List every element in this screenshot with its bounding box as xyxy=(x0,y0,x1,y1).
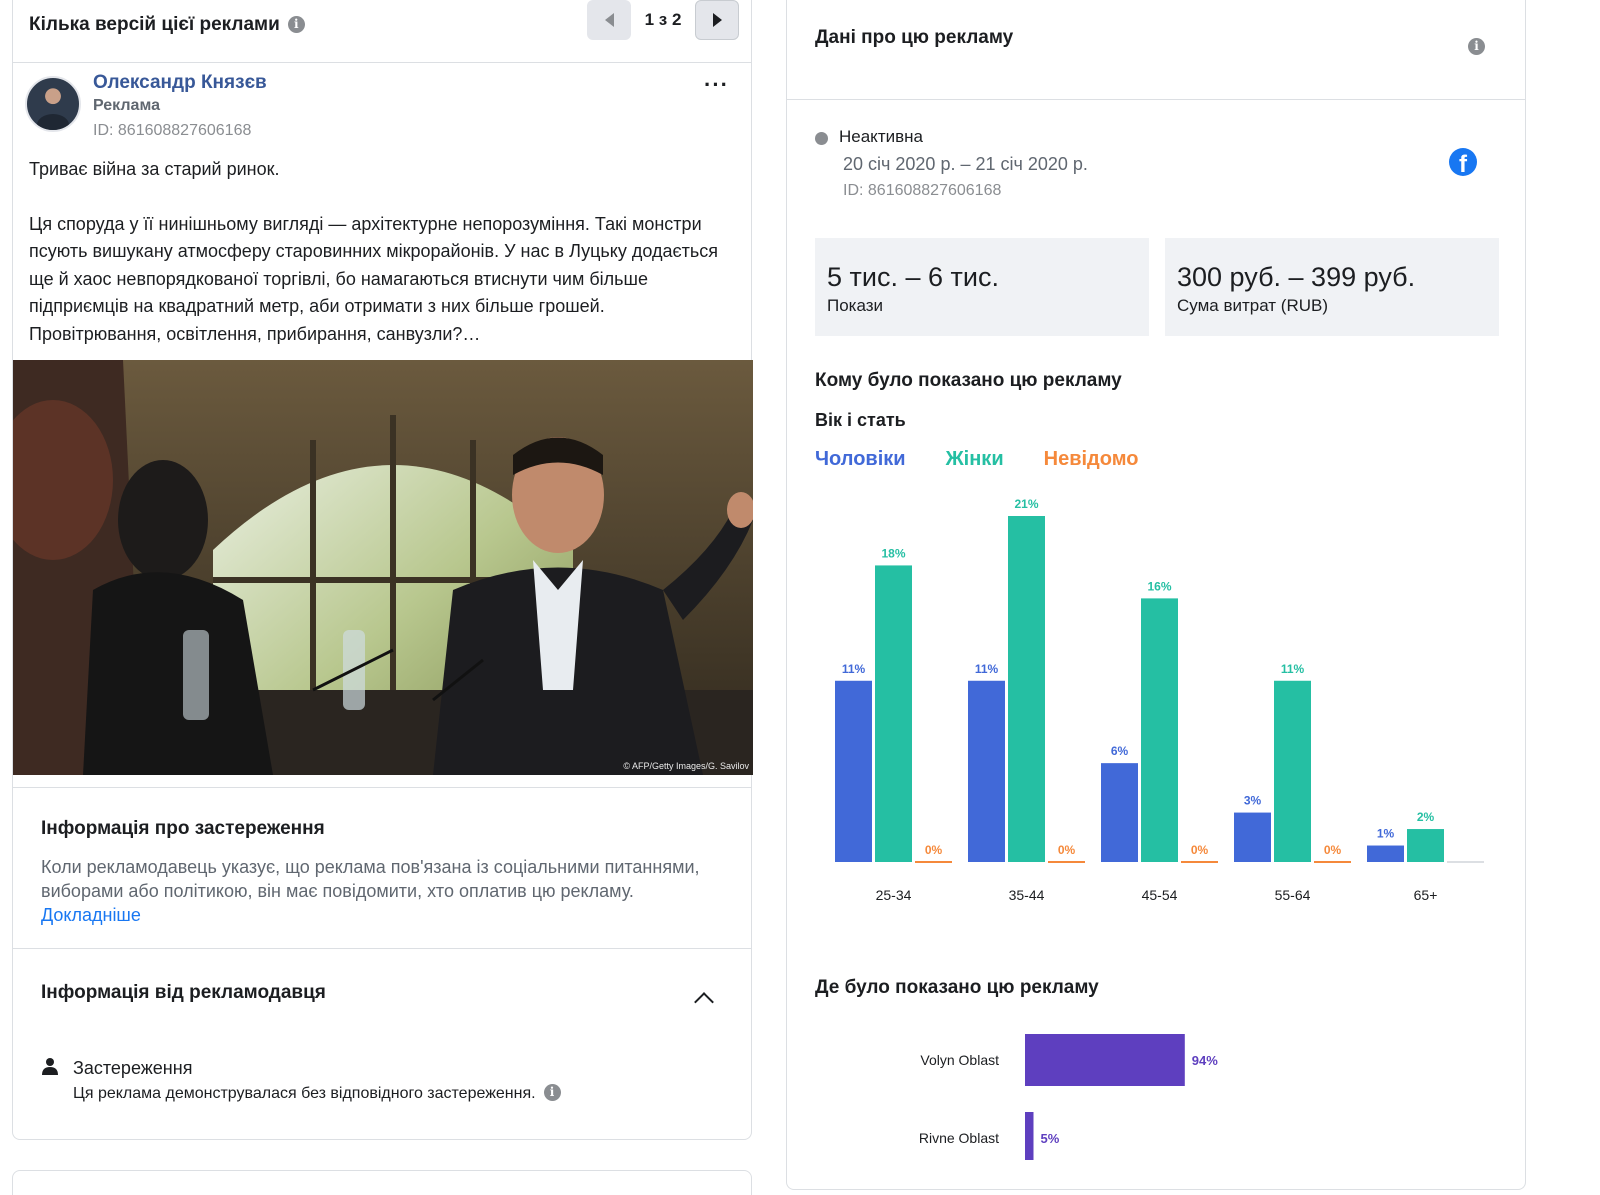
impressions-label: Покази xyxy=(827,296,884,315)
pager-text: 1 з 2 xyxy=(644,10,682,29)
age-gender-chart: 11% 18% 0% 25-34 11% 21% 0% 35-44 6% 16% 0% 45-54 3%… xyxy=(835,497,1484,903)
versions-title: Кілька версій цієї реклами xyxy=(29,14,280,35)
bar-label: 11% xyxy=(1281,662,1305,676)
divider xyxy=(13,787,751,788)
bar-label: 11% xyxy=(842,662,866,676)
bar-label: 11% xyxy=(975,662,999,676)
ad-photo-illustration xyxy=(13,360,753,775)
spend-label: Сума витрат (RUB) xyxy=(1177,296,1329,315)
info-icon[interactable]: i xyxy=(287,16,305,33)
region-chart: Volyn Oblast 94% Rivne Oblast 5% xyxy=(919,1034,1218,1160)
advertiser-info-title: Інформація від рекламодавця xyxy=(41,982,326,1003)
bar-label: 3% xyxy=(1244,794,1262,808)
ad-image[interactable]: © AFP/Getty Images/G. Savilov xyxy=(13,360,753,775)
run-dates: 20 січ 2020 р. – 21 січ 2020 р. xyxy=(843,154,1088,174)
bar-55-64-1[interactable] xyxy=(1274,680,1311,862)
bar-25-34-1[interactable] xyxy=(875,565,912,862)
versions-header: Кілька версій цієї реклами i xyxy=(29,14,305,36)
bar-35-44-1[interactable] xyxy=(1008,516,1045,862)
bar-label: 18% xyxy=(881,546,905,560)
legend-item-1[interactable]: Жінки xyxy=(946,448,1004,471)
bar-65+-0[interactable] xyxy=(1367,845,1404,862)
impressions-value: 5 тис. – 6 тис. xyxy=(827,262,999,292)
chart-legend: Чоловіки Жінки Невідомо xyxy=(815,448,1138,471)
impressions-box: 5 тис. – 6 тис. Покази xyxy=(815,238,1149,336)
bar-55-64-0[interactable] xyxy=(1234,812,1271,862)
legend-item-2[interactable]: Невідомо xyxy=(1044,448,1139,471)
disclaimer-section-title: Інформація про застереження xyxy=(41,818,325,839)
disclaimer-item-title: Застереження xyxy=(73,1058,193,1078)
region-bar[interactable] xyxy=(1025,1034,1185,1086)
disclaimer-text: Коли рекламодавець указує, що реклама по… xyxy=(41,857,700,901)
learn-more-link[interactable]: Докладніше xyxy=(41,905,141,925)
ad-details-card: Дані про цю рекламу i Неактивна 20 січ 2… xyxy=(786,0,1526,1190)
version-pager: 1 з 2 xyxy=(587,0,739,40)
status-dot xyxy=(815,132,828,145)
audience-title: Кому було показано цю рекламу xyxy=(815,370,1122,391)
x-tick-label: 35-44 xyxy=(1009,887,1045,903)
ad-text-line-1: Триває війна за старий ринок. xyxy=(29,159,280,179)
bar-label: 0% xyxy=(1324,843,1342,857)
region-value: 94% xyxy=(1192,1053,1218,1068)
avatar[interactable] xyxy=(25,76,81,132)
ad-text-paragraph: Ця споруда у її нинішньому вигляді — арх… xyxy=(29,213,719,344)
region-bar[interactable] xyxy=(1025,1112,1034,1160)
location-title: Де було показано цю рекламу xyxy=(815,977,1099,998)
age-gender-title: Вік і стать xyxy=(815,410,906,430)
x-tick-label: 55-64 xyxy=(1275,887,1311,903)
bar-65+-1[interactable] xyxy=(1407,829,1444,862)
x-tick-label: 45-54 xyxy=(1142,887,1178,903)
bar-25-34-0[interactable] xyxy=(835,680,872,862)
divider xyxy=(13,62,751,63)
bar-label: 2% xyxy=(1417,810,1435,824)
info-icon[interactable]: i xyxy=(1468,38,1485,55)
details-info: i xyxy=(1468,38,1485,57)
more-options-button[interactable]: ··· xyxy=(704,72,729,98)
person-icon xyxy=(42,1058,58,1075)
ad-text: Триває війна за старий ринок. Ця споруда… xyxy=(29,156,741,375)
region-label: Rivne Oblast xyxy=(919,1130,999,1146)
bar-label: 0% xyxy=(1058,843,1076,857)
advertiser-name[interactable]: Олександр Князєв xyxy=(93,72,267,94)
ad-id: ID: 861608827606168 xyxy=(843,182,1002,199)
bar-label: 16% xyxy=(1147,579,1171,593)
ad-label: Реклама xyxy=(93,97,160,114)
facebook-icon: f xyxy=(1449,148,1477,176)
bar-label: 0% xyxy=(925,843,943,857)
spend-box: 300 руб. – 399 руб. Сума витрат (RUB) xyxy=(1165,238,1499,336)
divider xyxy=(787,99,1525,100)
ad-versions-card: Кілька версій цієї реклами i 1 з 2 Олекса… xyxy=(12,0,753,1140)
next-card-edge xyxy=(12,1170,752,1195)
bar-label: 21% xyxy=(1014,497,1038,511)
ad-id: ID: 861608827606168 xyxy=(93,122,252,139)
chevron-left-icon xyxy=(604,13,614,27)
divider xyxy=(13,948,751,949)
spend-value: 300 руб. – 399 руб. xyxy=(1177,262,1416,292)
bar-label: 6% xyxy=(1111,744,1129,758)
disclaimer-section-text: Коли рекламодавець указує, що реклама по… xyxy=(41,855,731,927)
bar-45-54-0[interactable] xyxy=(1101,763,1138,862)
prev-version-button[interactable] xyxy=(587,0,631,40)
info-icon[interactable]: i xyxy=(543,1084,561,1101)
bar-35-44-0[interactable] xyxy=(968,680,1005,862)
next-version-button[interactable] xyxy=(695,0,739,40)
region-label: Volyn Oblast xyxy=(920,1052,999,1068)
region-value: 5% xyxy=(1041,1131,1060,1146)
status-badge: Неактивна xyxy=(839,127,923,146)
x-tick-label: 65+ xyxy=(1414,887,1438,903)
x-tick-label: 25-34 xyxy=(876,887,912,903)
ad-details-title: Дані про цю рекламу xyxy=(815,27,1014,48)
bar-label: 1% xyxy=(1377,827,1395,841)
bar-label: 0% xyxy=(1191,843,1209,857)
disclaimer-item-text: Ця реклама демонструвалася без відповідн… xyxy=(73,1084,561,1103)
legend-item-0[interactable]: Чоловіки xyxy=(815,448,906,471)
disclaimer-item-description: Ця реклама демонструвалася без відповідн… xyxy=(73,1085,536,1102)
bar-45-54-1[interactable] xyxy=(1141,598,1178,862)
chevron-right-icon xyxy=(712,13,722,27)
chevron-up-icon[interactable] xyxy=(694,992,714,1012)
photo-credit: © AFP/Getty Images/G. Savilov xyxy=(623,761,749,771)
